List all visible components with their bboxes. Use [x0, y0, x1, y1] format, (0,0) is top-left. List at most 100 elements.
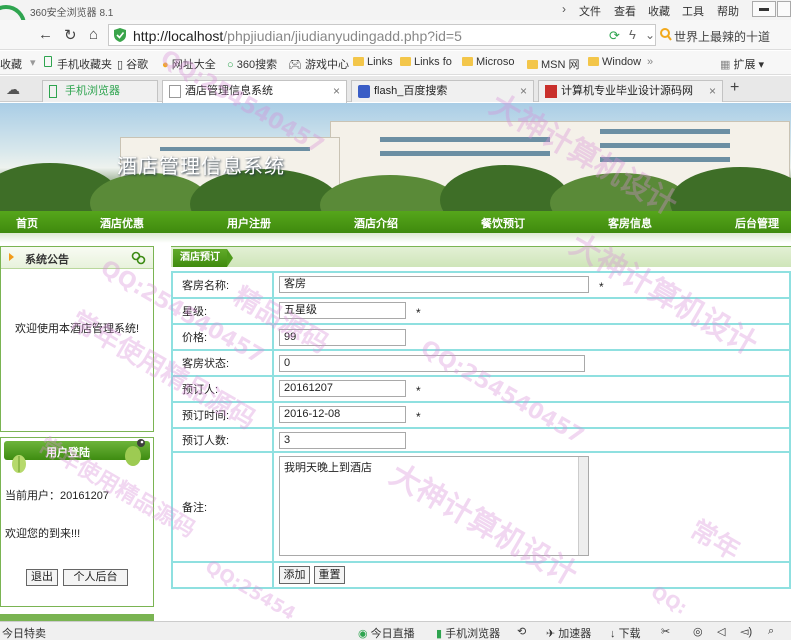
status-history-icon[interactable]: ⟲: [517, 625, 526, 638]
form-row-time: 预订时间: 2016-12-08 *: [171, 401, 791, 429]
chevron-down-icon[interactable]: ⌄: [645, 28, 655, 42]
home-icon[interactable]: ⌂: [89, 26, 98, 43]
more-chevron-icon[interactable]: »: [647, 56, 653, 68]
reset-button[interactable]: 重置: [314, 566, 345, 584]
status-accelerator[interactable]: ✈ 加速器: [546, 625, 591, 641]
room-status-input[interactable]: 0: [279, 354, 585, 372]
close-icon[interactable]: ×: [333, 81, 340, 101]
tab-label: 计算机专业毕业设计源码网: [561, 85, 693, 97]
page-icon: [169, 85, 181, 98]
booker-input[interactable]: 20161207: [279, 379, 406, 397]
actions-cell: 添加 重置: [272, 561, 791, 589]
nav-offers[interactable]: 酒店优惠: [100, 215, 144, 231]
status-download[interactable]: ↓ 下载: [610, 625, 641, 641]
nav-rooms[interactable]: 客房信息: [608, 215, 652, 231]
address-bar[interactable]: http://localhost/phpjiudian/jiudianyudin…: [108, 24, 656, 46]
cloud-icon[interactable]: ☁: [6, 81, 20, 98]
tab-mobile-browser[interactable]: 手机浏览器: [42, 80, 158, 102]
phone-icon: ▮: [436, 628, 443, 640]
lightning-icon[interactable]: ϟ: [629, 27, 636, 42]
logout-button[interactable]: 退出: [26, 569, 58, 586]
main-nav: 首页 酒店优惠 用户注册 酒店介绍 餐饮预订 客房信息 后台管理: [0, 211, 791, 233]
bookmark-hao[interactable]: ● 网址大全: [162, 56, 216, 72]
remark-cell: 我明天晚上到酒店: [272, 451, 791, 563]
building-window-row: [380, 151, 550, 156]
phone-icon: [44, 56, 52, 67]
refresh-green-icon[interactable]: ⟳: [609, 28, 620, 44]
menu-file[interactable]: 文件: [579, 3, 601, 19]
login-title: 用户登陆: [46, 447, 90, 459]
room-name-cell: 客房 *: [272, 271, 791, 299]
price-cell: 99: [272, 323, 791, 351]
bookmark-favorites[interactable]: 收藏: [0, 56, 22, 72]
textarea-scrollbar[interactable]: [578, 457, 588, 555]
form-row-price: 价格: 99: [171, 323, 791, 351]
nav-about[interactable]: 酒店介绍: [354, 215, 398, 231]
room-status-cell: 0: [272, 349, 791, 377]
bookmark-google[interactable]: ▯ 谷歌: [117, 56, 148, 72]
search-box[interactable]: 世界上最辣的十道: [660, 24, 791, 46]
bookmark-mobile[interactable]: 手机收藏夹: [44, 56, 112, 72]
tab-hotel-system[interactable]: 酒店管理信息系统 ×: [162, 80, 347, 103]
star-label: 星级:: [171, 297, 274, 325]
menu-help[interactable]: 帮助: [717, 3, 739, 19]
remark-textarea[interactable]: 我明天晚上到酒店: [279, 456, 589, 556]
bookmark-games[interactable]: 🎮︎ 游戏中心: [288, 56, 349, 72]
back-arrow-icon[interactable]: ←: [38, 26, 53, 43]
nav-dining[interactable]: 餐饮预订: [481, 215, 525, 231]
room-name-input[interactable]: 客房: [279, 275, 589, 293]
tab-source-site[interactable]: 计算机专业毕业设计源码网 ×: [538, 80, 723, 102]
booking-tab[interactable]: 酒店预订: [173, 249, 233, 267]
notice-text: 欢迎使用本酒店管理系统!: [15, 323, 140, 335]
menu-favorites[interactable]: 收藏: [648, 3, 670, 19]
status-volume-icon[interactable]: ◅): [740, 625, 752, 638]
booking-time-input[interactable]: 2016-12-08: [279, 405, 406, 423]
dropdown-arrow-icon[interactable]: ▾: [30, 56, 36, 69]
bookmark-links-for[interactable]: Links fo: [400, 56, 452, 68]
new-tab-button[interactable]: +: [730, 79, 739, 97]
gamepad-icon: 🎮︎: [288, 59, 302, 71]
refresh-icon[interactable]: ↻: [64, 26, 77, 44]
extensions-button[interactable]: ▦ 扩展 ▾: [720, 56, 764, 72]
window-restore-button[interactable]: [777, 1, 791, 17]
form-row-status: 客房状态: 0: [171, 349, 791, 377]
status-speaker-icon[interactable]: ◁: [717, 625, 725, 638]
refresh-loop-icon[interactable]: [131, 251, 146, 265]
menu-tools[interactable]: 工具: [682, 3, 704, 19]
leaf-decoration-icon: [12, 455, 26, 473]
price-input[interactable]: 99: [279, 328, 406, 346]
star-input[interactable]: 五星级: [279, 301, 406, 319]
close-icon[interactable]: ×: [520, 81, 527, 101]
folder-icon: [462, 57, 473, 66]
guests-input[interactable]: 3: [279, 431, 406, 449]
bookmark-microsoft[interactable]: Microso: [462, 56, 515, 68]
required-mark: *: [416, 410, 421, 425]
bookmark-360search[interactable]: ○ 360搜索: [227, 56, 277, 72]
booking-panel: 酒店预订 客房名称: 客房 * 星级: 五星级 * 价格: 99 客房状态: 0: [171, 246, 791, 606]
bookmark-windows[interactable]: Window: [588, 56, 641, 68]
nav-home[interactable]: 首页: [16, 215, 38, 231]
status-deals[interactable]: 今日特卖: [2, 625, 46, 641]
browser-status-bar: 今日特卖 ◉ 今日直播 ▮ 手机浏览器 ⟲ ✈ 加速器 ↓ 下载 ✂ ◎ ◁ ◅…: [0, 621, 791, 640]
360-icon: ○: [227, 59, 234, 71]
status-scissors-icon[interactable]: ✂: [661, 625, 670, 638]
booking-header: 酒店预订: [171, 246, 791, 267]
window-minimize-button[interactable]: ▬: [752, 1, 776, 17]
tab-flash-baidu[interactable]: flash_百度搜索 ×: [351, 80, 534, 102]
folder-icon: [353, 57, 364, 66]
status-browser-icon[interactable]: ◎: [693, 625, 703, 638]
status-zoom-icon[interactable]: ⌕: [768, 625, 774, 638]
submit-button[interactable]: 添加: [279, 566, 310, 584]
status-live[interactable]: ◉ 今日直播: [358, 625, 415, 641]
url-path: /phpjiudian/jiudianyudingadd.php?id=5: [223, 28, 462, 44]
status-mobile[interactable]: ▮ 手机浏览器: [436, 625, 500, 641]
chevron-right-icon[interactable]: ›: [562, 2, 566, 16]
menu-view[interactable]: 查看: [614, 3, 636, 19]
nav-admin[interactable]: 后台管理: [735, 215, 779, 231]
close-icon[interactable]: ×: [709, 81, 716, 101]
nav-register[interactable]: 用户注册: [227, 215, 271, 231]
personal-center-button[interactable]: 个人后台: [63, 569, 128, 586]
bookmark-msn[interactable]: MSN 网: [527, 56, 580, 72]
bookmark-links[interactable]: Links: [353, 56, 393, 68]
folder-icon: [400, 57, 411, 66]
